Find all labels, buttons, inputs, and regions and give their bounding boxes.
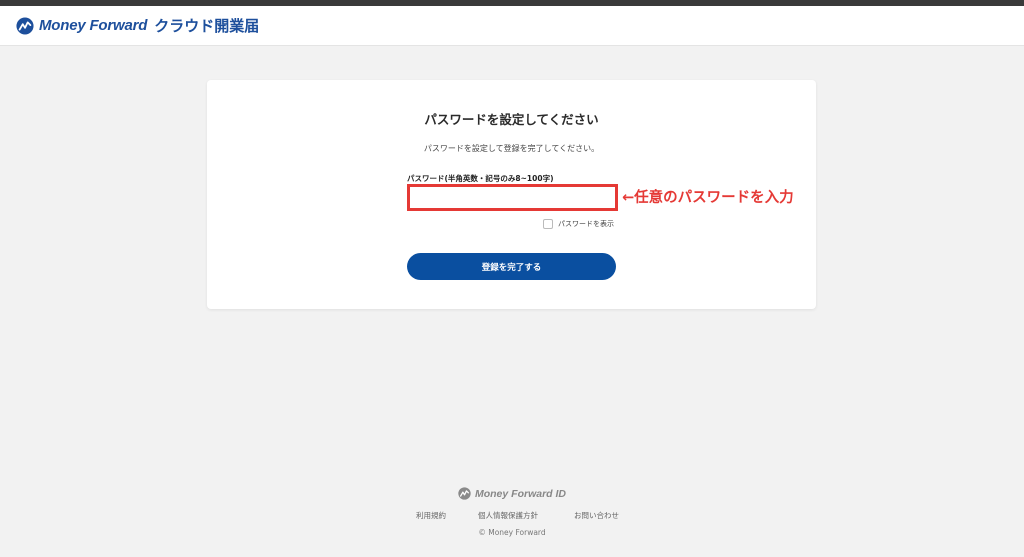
show-password-toggle[interactable]: パスワードを表示	[543, 219, 614, 229]
app-header: Money Forward クラウド開業届	[0, 6, 1024, 46]
complete-registration-button[interactable]: 登録を完了する	[407, 253, 616, 280]
footer-link-terms[interactable]: 利用規約	[416, 510, 446, 521]
copyright-text: © Money Forward	[478, 528, 546, 537]
footer-link-contact[interactable]: お問い合わせ	[574, 510, 619, 521]
show-password-checkbox[interactable]	[543, 219, 553, 229]
page-description: パスワードを設定して登録を完了してください。	[423, 144, 600, 153]
password-input[interactable]	[407, 184, 618, 211]
password-field-label: パスワード(半角英数・記号のみ8~100字)	[407, 174, 554, 183]
money-forward-logo-icon	[16, 16, 34, 35]
header-logo[interactable]: Money Forward クラウド開業届	[16, 15, 259, 36]
page-title: パスワードを設定してください	[424, 112, 599, 127]
footer-link-privacy[interactable]: 個人情報保護方針	[478, 510, 538, 521]
password-setup-card: パスワードを設定してください パスワードを設定して登録を完了してください。 パス…	[207, 80, 816, 309]
footer-logo: Money Forward ID	[0, 487, 1024, 500]
money-forward-logo-icon	[458, 487, 471, 500]
header-brand-text: Money Forward	[39, 17, 148, 34]
footer-brand-text: Money Forward ID	[474, 487, 566, 500]
show-password-label: パスワードを表示	[558, 220, 614, 228]
annotation-text: ←任意のパスワードを入力	[622, 190, 794, 206]
header-product-name: クラウド開業届	[154, 17, 260, 35]
page-footer: Money Forward ID 利用規約 個人情報保護方針 お問い合わせ © …	[0, 487, 1024, 537]
